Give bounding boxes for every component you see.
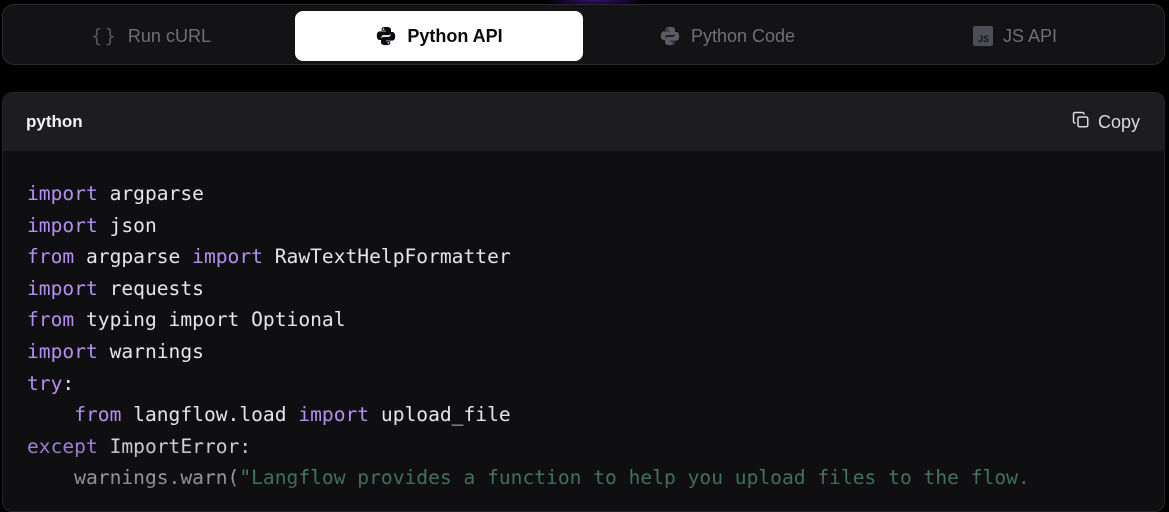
code-block: import argparse import json from argparse … <box>3 151 1164 494</box>
code-string: "Langflow provides a function to help yo… <box>239 466 1030 490</box>
code-line: try: <box>27 368 1164 400</box>
code-text: argparse <box>97 182 204 205</box>
tab-js-api[interactable]: JS JS API <box>871 11 1159 61</box>
code-text: ImportError: <box>97 434 252 458</box>
code-keyword: except <box>27 434 98 458</box>
copy-icon <box>1072 111 1090 134</box>
code-keyword: import <box>192 245 263 269</box>
code-text: warnings <box>97 339 204 363</box>
code-text: argparse <box>74 245 193 269</box>
code-line: from typing import Optional <box>27 304 1164 336</box>
code-tabs-bar: {} Run cURL Python API Python Code JS JS <box>2 4 1165 65</box>
tab-python-api[interactable]: Python API <box>295 11 583 61</box>
copy-label: Copy <box>1097 111 1140 132</box>
copy-button[interactable]: Copy <box>1072 111 1140 134</box>
code-text: langflow.load <box>121 403 299 427</box>
curly-braces-icon: {} <box>91 25 118 47</box>
tab-label: Run cURL <box>127 25 211 46</box>
code-line: except ImportError: <box>27 431 1164 463</box>
svg-text:JS: JS <box>978 34 989 44</box>
code-keyword: import <box>298 403 370 427</box>
python-icon <box>375 25 397 47</box>
python-icon <box>659 25 681 47</box>
code-keyword: try <box>27 371 63 395</box>
code-keyword: import <box>27 182 98 205</box>
code-text: json <box>97 213 157 237</box>
code-keyword: import <box>27 276 98 300</box>
code-keyword: from <box>27 245 75 269</box>
code-text: typing import Optional <box>74 308 346 332</box>
tab-label: Python API <box>407 25 503 46</box>
code-keyword: import <box>27 339 98 363</box>
code-text: requests <box>97 276 204 300</box>
code-line: import json <box>27 210 1164 242</box>
code-keyword: from <box>27 308 75 332</box>
code-text: warnings.warn( <box>27 466 240 490</box>
code-line: import argparse <box>27 178 1164 210</box>
code-text: upload_file <box>369 403 511 427</box>
tab-python-code[interactable]: Python Code <box>583 11 871 61</box>
javascript-icon: JS <box>972 26 993 46</box>
code-keyword: import <box>27 213 98 237</box>
code-line: warnings.warn("Langflow provides a funct… <box>27 462 1164 494</box>
code-text: : <box>62 371 75 395</box>
code-text: RawTextHelpFormatter <box>262 245 511 269</box>
code-line: import requests <box>27 273 1164 305</box>
tab-run-curl[interactable]: {} Run cURL <box>7 11 295 61</box>
code-keyword: from <box>74 403 122 427</box>
code-line: import warnings <box>27 336 1164 368</box>
code-panel: python Copy import argparse import json fr… <box>2 92 1165 512</box>
code-line: from argparse import RawTextHelpFormatte… <box>27 241 1164 273</box>
code-panel-header: python Copy <box>3 93 1164 151</box>
tab-label: JS API <box>1002 25 1058 46</box>
language-label: python <box>26 112 83 131</box>
tab-label: Python Code <box>690 25 796 46</box>
code-line: from langflow.load import upload_file <box>27 399 1164 431</box>
